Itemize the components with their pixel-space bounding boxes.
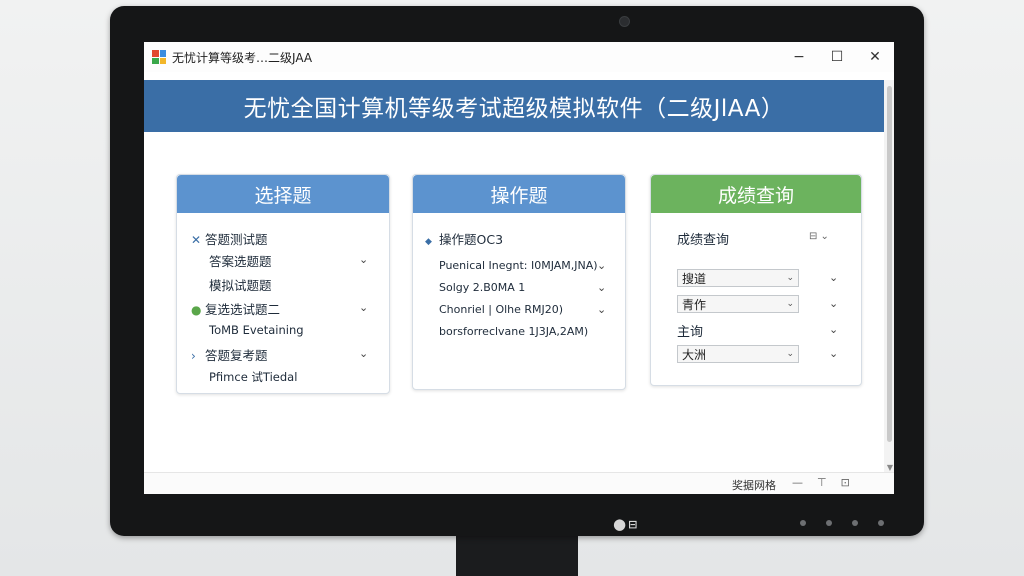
diamond-icon: ◆ [425,237,432,247]
status-icons: —⊤⊡ [792,476,864,489]
brand-logo: ● ⊟ [613,515,638,533]
chevron-down-icon[interactable]: ⌄ [597,281,606,294]
scrollbar-thumb[interactable] [887,86,892,442]
operation-panel-title: 操作题 [490,184,548,207]
bezel-button-1[interactable] [800,520,806,526]
status-bar: 奖据网格 —⊤⊡ [144,472,894,494]
operation-item[interactable]: Puenical Inegnt: I0MJAM,JNA) [439,259,598,272]
score-item-label: 主询 [677,325,704,340]
resize-grip-icon[interactable]: ⊡ [841,476,864,489]
chevron-down-icon: ⌄ [786,349,794,359]
bezel-button-4[interactable] [878,520,884,526]
status-text: 奖据网格 [732,479,776,492]
choice-item[interactable]: ✕ 答题测试题 [191,229,268,248]
chevron-down-icon[interactable]: ⌄ [829,297,838,310]
window-controls: − ☐ ✕ [780,42,894,72]
chevron-down-icon[interactable]: ⌄ [829,323,838,336]
app-window: 无忧计算等级考…二级JAA − ☐ ✕ 无忧全国计算机等级考试超级模拟软件（二级… [144,42,894,494]
choice-item[interactable]: 模拟试题题 [209,275,272,294]
choice-item[interactable]: ToMB Evetaining [209,323,304,337]
score-query-label: 成绩查询 [677,233,730,248]
app-banner: 无忧全国计算机等级考试超级模拟软件（二级JlAA） [144,80,884,132]
score-query-panel: 成绩查询 成绩查询 ⊟ ⌄ 搜道 ⌄ ⌄ 青作 ⌄ ⌄ 主询 ⌄ 大洲 ⌄ ⌄ [650,174,862,386]
window-titlebar: 无忧计算等级考…二级JAA − ☐ ✕ [144,42,894,72]
maximize-button[interactable]: ☐ [818,42,856,72]
scroll-left-icon[interactable]: — [792,476,817,489]
operation-item[interactable]: borsforreclvane 1J3JA,2AM) [439,325,588,338]
score-select-1[interactable]: 搜道 ⌄ [677,269,799,287]
score-select-2[interactable]: 青作 ⌄ [677,295,799,313]
scroll-down-icon[interactable]: ▼ [887,463,893,472]
minimize-button[interactable]: − [780,42,818,72]
chevron-down-icon[interactable]: ⌄ [597,303,606,316]
choice-item[interactable]: ● 复选选试题二 [191,299,280,318]
choice-item[interactable]: 答案选题题 [209,251,272,270]
chevron-down-icon[interactable]: ⌄ [359,347,368,360]
app-grid-icon [152,50,166,64]
close-button[interactable]: ✕ [856,42,894,72]
check-circle-icon: ● [191,303,202,317]
chevron-down-icon[interactable]: ⌄ [829,271,838,284]
operation-item[interactable]: ◆ 操作题OC3 [425,229,503,248]
operation-questions-panel: 操作题 ◆ 操作题OC3 Puenical Inegnt: I0MJAM,JNA)… [412,174,626,390]
scroll-track-icon[interactable]: ⊤ [817,476,841,489]
choice-item[interactable]: Pfimce 试Tiedal [209,369,297,385]
cross-icon: ✕ [191,233,202,247]
chevron-down-icon[interactable]: ⌄ [597,259,606,272]
operation-panel-header[interactable]: 操作题 [413,175,625,213]
vertical-scrollbar[interactable]: ▼ [884,80,894,472]
choice-panel-title: 选择题 [254,184,312,207]
webcam-icon [619,16,630,27]
window-title: 无忧计算等级考…二级JAA [172,50,313,65]
bezel-button-3[interactable] [852,520,858,526]
choice-item[interactable]: › 答题复考题 [191,345,268,364]
score-panel-title: 成绩查询 [717,184,794,207]
chevron-down-icon[interactable]: ⌄ [829,347,838,360]
choice-panel-header[interactable]: 选择题 [177,175,389,213]
chevron-down-icon: ⌄ [786,273,794,283]
collapse-icon[interactable]: ⊟ ⌄ [809,231,829,242]
chevron-down-icon: ⌄ [786,299,794,309]
score-panel-header[interactable]: 成绩查询 [651,175,861,213]
banner-title: 无忧全国计算机等级考试超级模拟软件（二级JlAA） [243,96,785,122]
chevron-down-icon[interactable]: ⌄ [359,253,368,266]
score-select-4[interactable]: 大洲 ⌄ [677,345,799,363]
operation-item[interactable]: Solgy 2.B0MA 1 [439,281,525,294]
bezel-button-2[interactable] [826,520,832,526]
chevron-right-icon: › [191,349,196,363]
chevron-down-icon[interactable]: ⌄ [359,301,368,314]
operation-item[interactable]: Chonriel | Olhe RMJ20) [439,303,563,316]
choice-questions-panel: 选择题 ✕ 答题测试题 答案选题题 ⌄ 模拟试题题 ● 复选选试题二 ⌄ ToMB … [176,174,390,394]
